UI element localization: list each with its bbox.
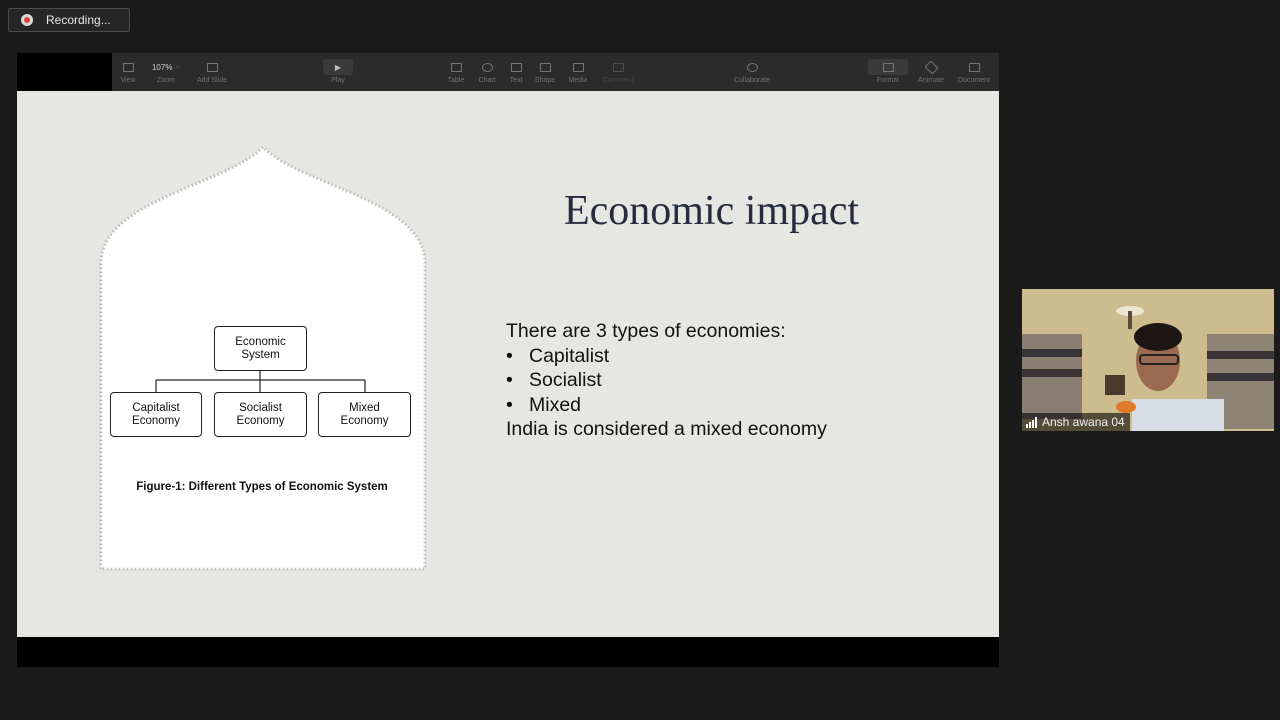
animate-icon: [923, 59, 939, 75]
add-slide-button[interactable]: Add Slide: [192, 59, 232, 84]
animate-button[interactable]: Animate: [911, 59, 951, 84]
mixed-economy-node: Mixed Economy: [318, 392, 411, 437]
slide-body: There are 3 types of economies: • Capital…: [506, 319, 827, 442]
participant-name-tag: Ansh awana 04: [1022, 413, 1130, 431]
list-item: • Socialist: [506, 369, 602, 391]
chevron-down-icon: ⌵: [175, 63, 181, 70]
document-icon: [968, 62, 980, 72]
comment-button[interactable]: Comment: [598, 59, 638, 84]
keynote-toolbar: View 107% ⌵ Zoom Add Slide ▶ Play Table C…: [112, 53, 999, 91]
list-item: • Mixed: [506, 393, 582, 416]
format-button[interactable]: Format: [868, 59, 908, 84]
slide-title: Economic impact: [564, 188, 860, 234]
intro-text: There are 3 types of economies:: [506, 320, 786, 342]
format-brush-icon: [882, 62, 894, 72]
media-icon: [572, 62, 584, 72]
economic-system-node: Economic System: [214, 326, 307, 371]
play-icon: ▶: [323, 59, 353, 75]
zoom-control[interactable]: 107% ⌵ Zoom: [146, 59, 186, 85]
figure-caption: Figure-1: Different Types of Economic Sy…: [136, 481, 388, 493]
media-button[interactable]: Media: [558, 59, 598, 84]
text-icon: [510, 62, 522, 72]
play-button[interactable]: ▶ Play: [318, 59, 358, 84]
socialist-economy-node: Socialist Economy: [214, 392, 307, 437]
add-slide-icon: [206, 62, 218, 72]
collaborate-button[interactable]: Collaborate: [732, 59, 772, 84]
comment-icon: [612, 62, 624, 72]
capitalist-economy-node: Capitalist Economy: [110, 392, 202, 437]
participant-video-feed: [1022, 289, 1274, 431]
sidebar-icon: [122, 62, 134, 72]
document-button[interactable]: Document: [954, 59, 994, 84]
record-icon: [21, 14, 33, 26]
recording-label: Recording...: [46, 13, 111, 27]
chart-icon: [481, 62, 493, 72]
shared-screen: View 107% ⌵ Zoom Add Slide ▶ Play Table C…: [17, 53, 999, 667]
table-icon: [450, 62, 462, 72]
participant-video[interactable]: Ansh awana 04: [1022, 289, 1274, 431]
participant-name: Ansh awana 04: [1042, 415, 1125, 429]
view-button[interactable]: View: [108, 59, 148, 84]
slide-canvas[interactable]: Economic System Capitalist Economy Sociali…: [17, 91, 999, 637]
conclusion-text: India is considered a mixed economy: [506, 418, 827, 440]
list-item: • Capitalist: [506, 344, 610, 367]
collaborate-icon: [746, 62, 758, 72]
recording-indicator[interactable]: Recording...: [8, 8, 130, 32]
shape-icon: [539, 62, 551, 72]
zoom-value: 107% ⌵: [151, 62, 181, 72]
connection-signal-icon: [1026, 416, 1037, 428]
